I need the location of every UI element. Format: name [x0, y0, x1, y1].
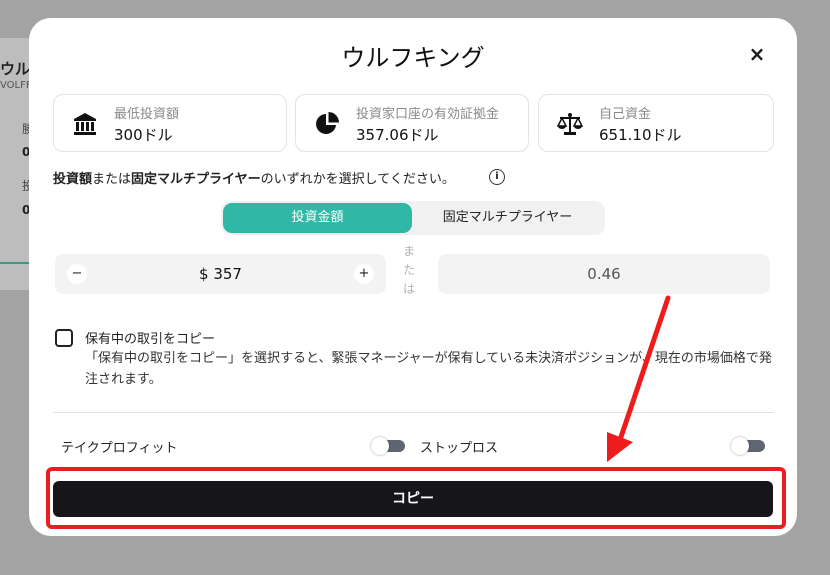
arrow-annotation — [607, 295, 671, 462]
